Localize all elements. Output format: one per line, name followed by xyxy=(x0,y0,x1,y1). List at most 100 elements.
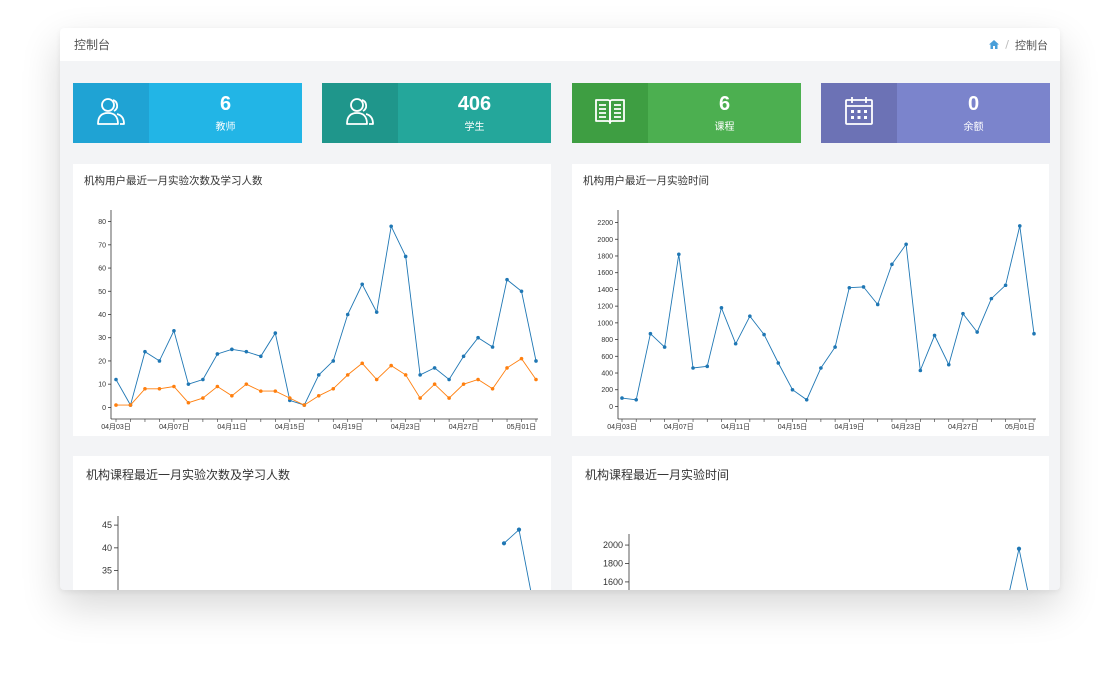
data-point xyxy=(790,387,795,392)
x-tick-label: 04月11日 xyxy=(217,423,246,431)
y-tick-label: 40 xyxy=(98,312,106,319)
y-tick-label: 200 xyxy=(601,387,613,394)
data-point xyxy=(259,389,263,393)
y-tick-label: 1000 xyxy=(597,320,613,327)
x-tick-label: 04月23日 xyxy=(391,423,421,431)
stat-card-balance[interactable]: 0 余额 xyxy=(821,83,1050,143)
breadcrumb-separator: / xyxy=(1005,38,1009,51)
x-tick-label: 05月01日 xyxy=(1005,423,1035,431)
data-point xyxy=(946,362,951,367)
teacher-count: 6 xyxy=(219,93,232,115)
data-point xyxy=(360,282,365,287)
y-tick-label: 1800 xyxy=(603,558,623,568)
x-tick-label: 04月27日 xyxy=(449,423,479,431)
y-tick-label: 30 xyxy=(98,335,106,342)
y-tick-label: 1200 xyxy=(597,304,613,311)
series-line xyxy=(503,528,532,590)
users-icon xyxy=(95,95,127,131)
chart-course-time: 1400160018002000 xyxy=(603,534,1029,590)
data-point xyxy=(776,361,781,365)
x-tick-label: 04月03日 xyxy=(101,423,131,431)
data-point xyxy=(904,242,908,247)
y-tick-label: 2000 xyxy=(603,540,623,550)
x-tick-label: 04月27日 xyxy=(948,423,978,431)
x-tick-label: 04月07日 xyxy=(664,423,694,431)
series-line xyxy=(116,357,537,406)
calendar-icon xyxy=(843,95,875,131)
data-point xyxy=(975,330,979,334)
series-line xyxy=(115,224,537,407)
data-point xyxy=(230,393,234,398)
data-point xyxy=(114,377,118,382)
data-point xyxy=(143,349,147,354)
data-point xyxy=(1032,331,1036,336)
y-tick-label: 800 xyxy=(601,337,613,344)
data-point xyxy=(861,285,866,289)
stat-body: 6 教师 xyxy=(149,83,302,143)
data-point xyxy=(389,363,393,368)
data-point xyxy=(461,354,466,359)
data-point xyxy=(505,277,509,282)
data-point xyxy=(374,377,379,382)
teacher-label: 教师 xyxy=(215,122,236,133)
y-tick-label: 0 xyxy=(102,405,106,412)
data-point xyxy=(273,389,278,393)
data-point xyxy=(490,345,495,349)
stat-body: 6 课程 xyxy=(648,83,801,143)
stat-body: 406 学生 xyxy=(398,83,551,143)
data-point xyxy=(918,368,923,373)
stat-icon-box xyxy=(73,83,149,143)
y-tick-label: 1800 xyxy=(597,253,613,260)
data-point xyxy=(989,296,994,301)
home-icon[interactable] xyxy=(989,40,1000,49)
data-point xyxy=(360,361,365,366)
y-tick-label: 35 xyxy=(102,566,112,576)
top-bar: 控制台 / 控制台 xyxy=(60,28,1060,61)
y-tick-label: 70 xyxy=(98,242,106,249)
chart-panel-user-experiments: 机构用户最近一月实验次数及学习人数 0 10 20 30 40 50 60 70 80 04月03… xyxy=(73,164,551,436)
data-point xyxy=(677,252,681,257)
data-point xyxy=(403,373,408,377)
data-point xyxy=(804,397,809,402)
y-tick-label: 30 xyxy=(102,588,112,590)
data-point xyxy=(847,285,852,290)
y-tick-label: 1600 xyxy=(603,577,623,587)
data-point xyxy=(374,310,379,314)
data-point xyxy=(1017,224,1022,228)
data-point xyxy=(128,403,133,407)
dashboard-window: 控制台 / 控制台 6 教师 406 学生 6 课程 0 余额 机构用户最近一月… xyxy=(60,28,1060,590)
data-point xyxy=(201,396,205,400)
data-point xyxy=(157,359,162,363)
data-point xyxy=(447,396,451,400)
stat-card-teachers[interactable]: 6 教师 xyxy=(73,83,302,143)
data-point xyxy=(516,527,522,532)
data-point xyxy=(505,366,509,370)
y-tick-label: 0 xyxy=(609,404,613,411)
data-point xyxy=(273,331,278,335)
stat-card-courses[interactable]: 6 课程 xyxy=(572,83,801,143)
y-tick-label: 45 xyxy=(102,520,112,530)
chart-panel-user-time: 机构用户最近一月实验时间 0 200 400 600 800 1000 1200 1400 16… xyxy=(572,164,1049,436)
stat-card-students[interactable]: 406 学生 xyxy=(322,83,551,143)
y-tick-label: 1600 xyxy=(597,270,613,277)
data-point xyxy=(186,382,191,386)
data-point xyxy=(418,396,422,400)
data-point xyxy=(961,311,965,316)
y-tick-label: 1400 xyxy=(597,287,613,294)
data-point xyxy=(875,302,880,307)
x-tick-label: 04月11日 xyxy=(721,423,750,431)
data-point xyxy=(1003,283,1008,288)
data-point xyxy=(833,345,837,349)
y-tick-label: 10 xyxy=(98,382,106,389)
x-tick-label: 04月19日 xyxy=(333,423,363,431)
y-tick-label: 600 xyxy=(601,354,613,361)
book-icon xyxy=(594,95,626,131)
x-tick-label: 04月15日 xyxy=(275,423,305,431)
data-point xyxy=(172,384,176,389)
y-tick-label: 50 xyxy=(98,289,106,296)
data-point xyxy=(634,397,639,402)
data-point xyxy=(461,382,466,386)
data-point xyxy=(691,366,695,370)
data-point xyxy=(230,347,234,352)
x-tick-label: 05月01日 xyxy=(507,423,537,431)
